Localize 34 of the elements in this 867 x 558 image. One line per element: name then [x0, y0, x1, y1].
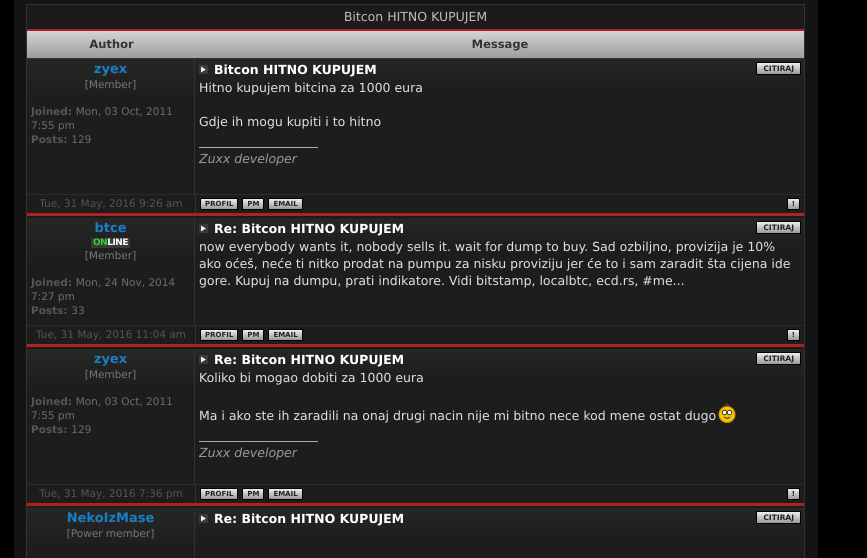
member-rank: [Member] [84, 79, 138, 91]
signature: Zuxx developer [199, 445, 297, 460]
post-title: Re: Bitcon HITNO KUPUJEM [214, 221, 406, 236]
post-text: Ma i ako ste ih zaradili na onaj drugi nacin nije mi bitno nece kod mene ostat dugo [199, 408, 716, 423]
post-text: Hitno kupujem bitcina za 1000 eura [199, 80, 423, 95]
post-text: Koliko bi mogao dobiti za 1000 eura [199, 370, 424, 385]
signature: Zuxx developer [199, 151, 297, 166]
arrow-icon [199, 224, 208, 233]
joined-date: Joined: Mon, 03 Oct, 2011 7:55 pm [31, 395, 174, 423]
arrow-icon [199, 65, 208, 74]
post-text: Gdje ih mogu kupiti i to hitno [199, 114, 382, 129]
arrow-icon [199, 514, 208, 523]
author-link[interactable]: zyex [94, 62, 128, 77]
author-link[interactable]: btce [94, 221, 127, 236]
smiley-icon [718, 403, 736, 423]
member-rank: [Member] [84, 250, 138, 262]
post-title: Re: Bitcon HITNO KUPUJEM [214, 511, 406, 526]
joined-date: Joined: Mon, 03 Oct, 2011 7:55 pm [31, 105, 174, 133]
joined-date: Joined: Mon, 24 Nov, 2014 7:27 pm [31, 276, 176, 304]
post-title: Bitcon HITNO KUPUJEM [214, 62, 378, 77]
online-badge: ONLINE [91, 238, 130, 248]
column-header: Author [88, 36, 135, 53]
column-header: Message [470, 36, 530, 53]
author-link[interactable]: NekoIzMase [66, 511, 154, 526]
arrow-icon [199, 355, 208, 364]
topic-title: Bitcon HITNO KUPUJEM [27, 4, 804, 31]
member-rank: [Member] [84, 369, 138, 381]
post-text: now everybody wants it, nobody sells it. wait for dump to buy. Sad ozbiljno, provizija je 10% ako oćeš, neće ti nitko prodat na pumpu za nisku proviziju jer će to i sam zaradit šta cijena ide gore. Kupuj na dumpu, prati indikatore. Vidi bitstamp, localbtc, ecd.rs, #me... [199, 239, 790, 288]
post-count: Posts: 129 [31, 133, 92, 147]
member-rank: [Power member] [66, 528, 156, 540]
post-count: Posts: 129 [31, 423, 92, 437]
author-link[interactable]: zyex [94, 352, 128, 367]
post-title: Re: Bitcon HITNO KUPUJEM [214, 352, 406, 367]
post-count: Posts: 33 [31, 304, 86, 318]
